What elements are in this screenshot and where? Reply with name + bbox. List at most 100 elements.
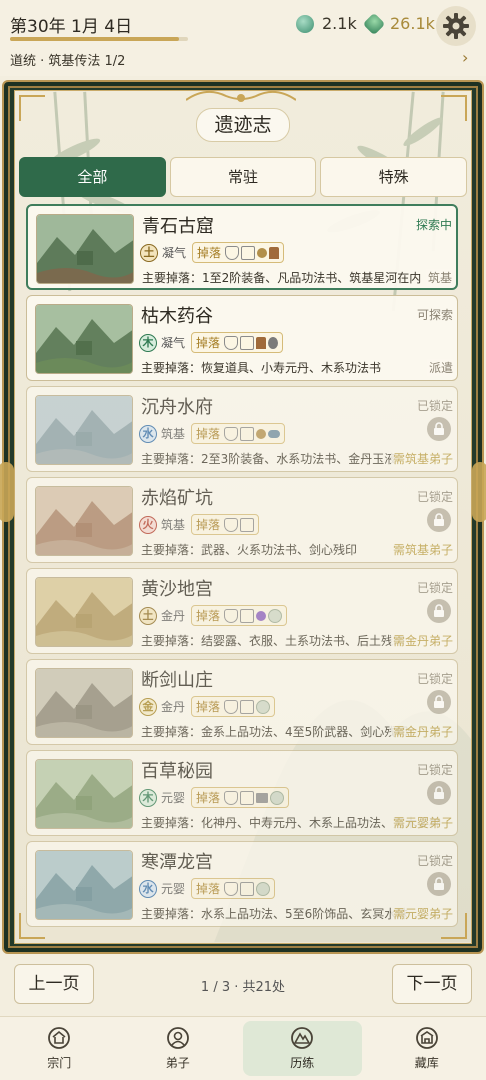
- drop-shield-icon: [224, 335, 239, 350]
- ruin-name: 百草秘园: [141, 761, 213, 782]
- ruin-name: 黄沙地宫: [141, 579, 213, 600]
- drops-badge[interactable]: 掉落: [191, 787, 290, 808]
- ruin-card[interactable]: 赤焰矿坑 已锁定 火 筑基 掉落 主要掉落：武器、火系功法书、剑心残印 需筑基弟…: [26, 477, 458, 563]
- required-realm: 金丹: [161, 609, 186, 623]
- next-page-button[interactable]: 下一页: [392, 964, 472, 1004]
- ruin-status: 已锁定: [416, 672, 453, 686]
- ruin-meta: 木 凝气 掉落: [139, 332, 284, 353]
- required-realm: 筑基: [161, 518, 186, 532]
- drop-book-icon: [240, 699, 255, 714]
- nav-sect-label: 宗门: [47, 1056, 72, 1070]
- prev-page-button[interactable]: 上一页: [14, 964, 94, 1004]
- jade-icon: [362, 12, 386, 35]
- frame-corner: [441, 95, 467, 121]
- lock-icon: [427, 508, 451, 532]
- drops-label: 掉落: [196, 700, 221, 714]
- ruin-status: 已锁定: [416, 399, 453, 413]
- ruin-meta: 木 元婴 掉落: [139, 787, 290, 808]
- drop-book-icon: [240, 608, 255, 623]
- nav-disciples[interactable]: 弟子: [119, 1017, 238, 1080]
- nav-disciples-label: 弟子: [165, 1056, 190, 1070]
- ruin-requirement: 派遣: [426, 359, 453, 376]
- jade-counter[interactable]: 26.1k: [362, 12, 435, 35]
- lock-icon: [427, 417, 451, 441]
- ruin-thumbnail: [35, 668, 133, 738]
- lineage-breadcrumb[interactable]: 道统 · 筑基传法 1/2: [10, 50, 125, 69]
- ruin-meta: 水 筑基 掉落: [139, 423, 286, 444]
- nav-storehouse-label: 藏库: [414, 1056, 439, 1070]
- drops-badge[interactable]: 掉落: [191, 878, 276, 899]
- ruin-name: 赤焰矿坑: [141, 488, 213, 509]
- mountain-icon: [291, 1027, 314, 1049]
- drop-gourd-icon: [268, 336, 279, 349]
- filter-tabs: 全部 常驻 特殊: [19, 157, 468, 197]
- tab-permanent[interactable]: 常驻: [169, 157, 317, 197]
- element-badge: 水: [139, 424, 157, 443]
- ruin-requirement: 需金丹弟子: [390, 632, 453, 649]
- drop-jade-icon: [270, 790, 285, 805]
- ruin-meta: 火 筑基 掉落: [139, 514, 260, 535]
- drops-badge[interactable]: 掉落: [191, 605, 288, 626]
- frame-ornament-left: [0, 462, 14, 522]
- ruin-thumbnail: [35, 486, 133, 556]
- ruin-requirement: 需筑基弟子: [390, 450, 453, 467]
- storehouse-icon: [415, 1027, 438, 1049]
- tab-all[interactable]: 全部: [19, 157, 166, 197]
- main-drops: 主要掉落：1至2阶装备、凡品功法书、筑基星河在内: [142, 271, 422, 285]
- main-drops: 主要掉落：2至3阶装备、水系功法书、金丹玉液: [141, 452, 397, 466]
- drops-badge[interactable]: 掉落: [192, 242, 285, 263]
- drops-badge[interactable]: 掉落: [191, 332, 284, 353]
- drop-shield-icon: [224, 426, 239, 441]
- main-drops: 主要掉落：金系上品功法、4至5阶武器、剑心残印: [141, 725, 409, 739]
- drops-label: 掉落: [196, 609, 221, 623]
- drop-purple-icon: [256, 610, 267, 621]
- ruin-name: 枯木药谷: [141, 306, 213, 327]
- gear-icon: [443, 13, 469, 39]
- ruin-thumbnail: [35, 577, 133, 647]
- ruin-card[interactable]: 黄沙地宫 已锁定 土 金丹 掉落 主要掉落：结婴露、衣服、土系功法书、后土残印 …: [26, 568, 458, 654]
- title-ornament: [186, 90, 296, 102]
- sect-icon: [48, 1027, 71, 1049]
- ruin-name: 寒潭龙宫: [141, 852, 213, 873]
- ruin-card[interactable]: 断剑山庄 已锁定 金 金丹 掉落 主要掉落：金系上品功法、4至5阶武器、剑心残印…: [26, 659, 458, 745]
- drop-book-icon: [241, 245, 256, 260]
- ruin-card[interactable]: 寒潭龙宫 已锁定 水 元婴 掉落 主要掉落：水系上品功法、5至6阶饰品、玄冥水珠…: [26, 841, 458, 927]
- drop-shield-icon: [224, 608, 239, 623]
- tab-special[interactable]: 特殊: [320, 157, 468, 197]
- nav-storehouse[interactable]: 藏库: [368, 1017, 486, 1080]
- main-drops: 主要掉落：恢复道具、小寿元丹、木系功法书: [141, 361, 382, 375]
- settings-button[interactable]: [436, 6, 476, 46]
- nav-training[interactable]: 历练: [243, 1021, 362, 1076]
- lock-icon: [427, 781, 451, 805]
- drop-shield-icon: [224, 881, 239, 896]
- spirit-stone-value: 2.1k: [322, 14, 357, 33]
- frame-corner: [19, 95, 45, 121]
- ruin-thumbnail: [35, 395, 133, 465]
- ruin-requirement: 需筑基弟子: [390, 541, 453, 558]
- drops-badge[interactable]: 掉落: [191, 696, 276, 717]
- ruin-card[interactable]: 百草秘园 已锁定 木 元婴 掉落 主要掉落：化神丹、中寿元丹、木系上品功法、万木…: [26, 750, 458, 836]
- spirit-stone-counter[interactable]: 2.1k: [296, 14, 357, 33]
- ruin-thumbnail: [36, 214, 134, 284]
- drop-book-icon: [240, 881, 255, 896]
- required-realm: 元婴: [161, 882, 186, 896]
- ruin-card[interactable]: 沉舟水府 已锁定 水 筑基 掉落 主要掉落：2至3阶装备、水系功法书、金丹玉液 …: [26, 386, 458, 472]
- ruin-card[interactable]: 青石古窟 探索中 土 凝气 掉落 主要掉落：1至2阶装备、凡品功法书、筑基星河在…: [26, 204, 458, 290]
- drop-book-icon: [240, 517, 255, 532]
- ruin-status: 已锁定: [416, 854, 453, 868]
- drop-book-icon: [240, 790, 255, 805]
- ruin-requirement: 需元婴弟子: [390, 814, 453, 831]
- nav-training-label: 历练: [290, 1056, 315, 1070]
- ruin-card[interactable]: 枯木药谷 可探索 木 凝气 掉落 主要掉落：恢复道具、小寿元丹、木系功法书 派遣: [26, 295, 458, 381]
- bottom-nav: 宗门 弟子 历练 藏库: [0, 1016, 486, 1080]
- element-badge: 木: [139, 333, 157, 352]
- chevron-right-icon[interactable]: ›: [462, 48, 468, 67]
- nav-sect[interactable]: 宗门: [0, 1017, 119, 1080]
- drop-jade-icon: [256, 699, 271, 714]
- spirit-stone-icon: [296, 14, 314, 33]
- element-badge: 土: [139, 606, 157, 625]
- drops-badge[interactable]: 掉落: [191, 423, 286, 444]
- ruin-meta: 金 金丹 掉落: [139, 696, 276, 717]
- drops-badge[interactable]: 掉落: [191, 514, 260, 535]
- drop-ink-icon: [256, 336, 267, 349]
